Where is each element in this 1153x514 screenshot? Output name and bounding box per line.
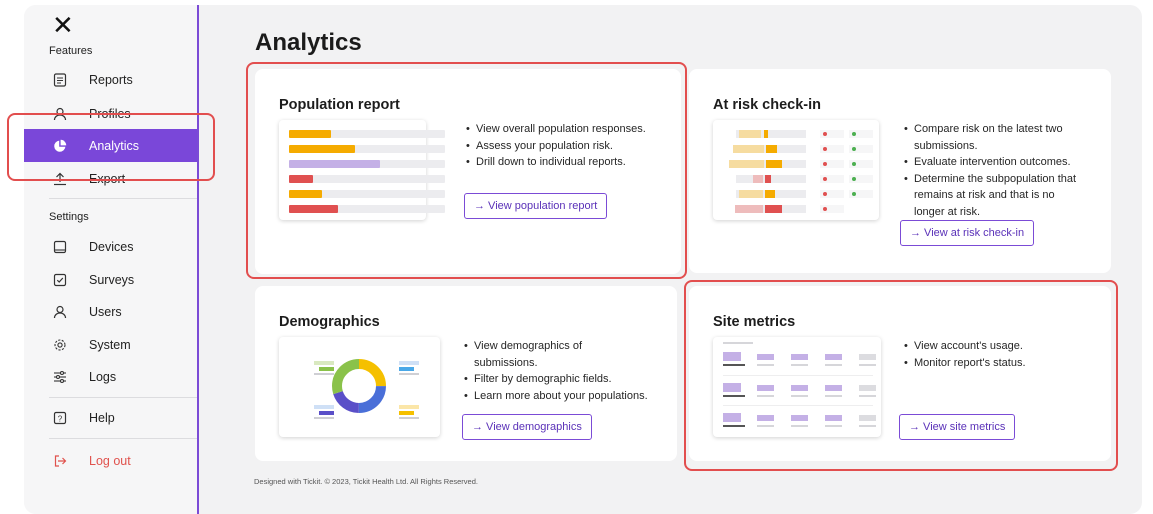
svg-text:?: ? [58, 414, 63, 423]
sidebar-item-surveys[interactable]: Surveys [24, 263, 197, 296]
view-at-risk-check-in-button[interactable]: → View at risk check-in [900, 220, 1035, 246]
sidebar-item-export[interactable]: Export [24, 162, 197, 195]
tablet-icon [53, 240, 67, 254]
sidebar-item-label: Logs [89, 369, 117, 384]
features-section-label: Features [49, 45, 93, 57]
user-icon [53, 305, 67, 319]
sidebar-item-label: Profiles [89, 106, 131, 121]
feature-list: View demographics of submissions. Filter… [464, 338, 648, 404]
sidebar-item-profiles[interactable]: Profiles [24, 97, 197, 130]
view-site-metrics-button[interactable]: → View site metrics [899, 414, 1016, 440]
logout-icon [53, 454, 67, 468]
demographics-card: Demographics View demographics of submis… [255, 286, 677, 461]
sidebar-item-devices[interactable]: Devices [24, 230, 197, 263]
card-title: Demographics [279, 314, 380, 330]
checkbox-icon [53, 273, 67, 287]
feature-list: View account's usage. Monitor report's s… [904, 338, 1026, 371]
sidebar-item-label: Reports [89, 72, 133, 87]
population-report-card: Population report View overall populatio… [255, 69, 681, 274]
sidebar-item-label: Log out [89, 453, 131, 468]
sidebar-item-label: Analytics [89, 138, 140, 153]
view-population-report-button[interactable]: → View population report [464, 193, 608, 219]
at-risk-check-in-card: At risk check-in • Compare risk on the l… [689, 69, 1111, 273]
sidebar-divider [49, 397, 197, 398]
sidebar-item-reports[interactable]: Reports [24, 63, 197, 96]
card-title: Site metrics [713, 314, 796, 330]
sidebar: ✕ Features Reports Profiles Analytics Ex… [24, 5, 199, 514]
card-title: At risk check-in [713, 97, 821, 113]
view-demographics-button[interactable]: → View demographics [462, 414, 592, 440]
app-window: ✕ Features Reports Profiles Analytics Ex… [24, 5, 1142, 514]
sidebar-item-analytics[interactable]: Analytics [24, 129, 197, 162]
settings-section-label: Settings [49, 211, 89, 223]
sidebar-item-logs[interactable]: Logs [24, 360, 197, 393]
sidebar-item-label: Users [89, 304, 122, 319]
sidebar-item-system[interactable]: System [24, 328, 197, 361]
feature-list: Compare risk on the latest two submissio… [904, 121, 1076, 220]
profile-icon [53, 107, 67, 121]
sidebar-item-label: Surveys [89, 272, 135, 287]
sidebar-item-logout[interactable]: Log out [24, 444, 197, 477]
export-icon [53, 172, 67, 186]
feature-list: View overall population responses. Asses… [466, 121, 646, 171]
help-icon: ? [53, 411, 67, 425]
site-metrics-thumbnail [713, 337, 881, 437]
demographics-thumbnail [279, 337, 440, 437]
sidebar-item-label: Export [89, 171, 126, 186]
close-icon[interactable]: ✕ [52, 13, 74, 39]
sidebar-item-label: System [89, 337, 131, 352]
site-metrics-card: Site metrics View account's usage. Monit… [689, 286, 1111, 461]
card-title: Population report [279, 97, 400, 113]
pie-chart-icon [53, 139, 67, 153]
sidebar-item-users[interactable]: Users [24, 295, 197, 328]
reports-icon [53, 72, 67, 87]
sidebar-item-label: Help [89, 410, 115, 425]
sidebar-divider [49, 198, 197, 199]
footer-copyright: Designed with Tickit. © 2023, Tickit Hea… [254, 477, 478, 486]
population-report-thumbnail [279, 120, 445, 220]
sliders-icon [53, 370, 67, 384]
page-title: Analytics [255, 29, 362, 56]
sidebar-divider [49, 438, 197, 439]
gear-icon [53, 338, 67, 352]
sidebar-item-label: Devices [89, 239, 134, 254]
at-risk-thumbnail [713, 120, 879, 220]
sidebar-item-help[interactable]: ? Help [24, 401, 197, 434]
